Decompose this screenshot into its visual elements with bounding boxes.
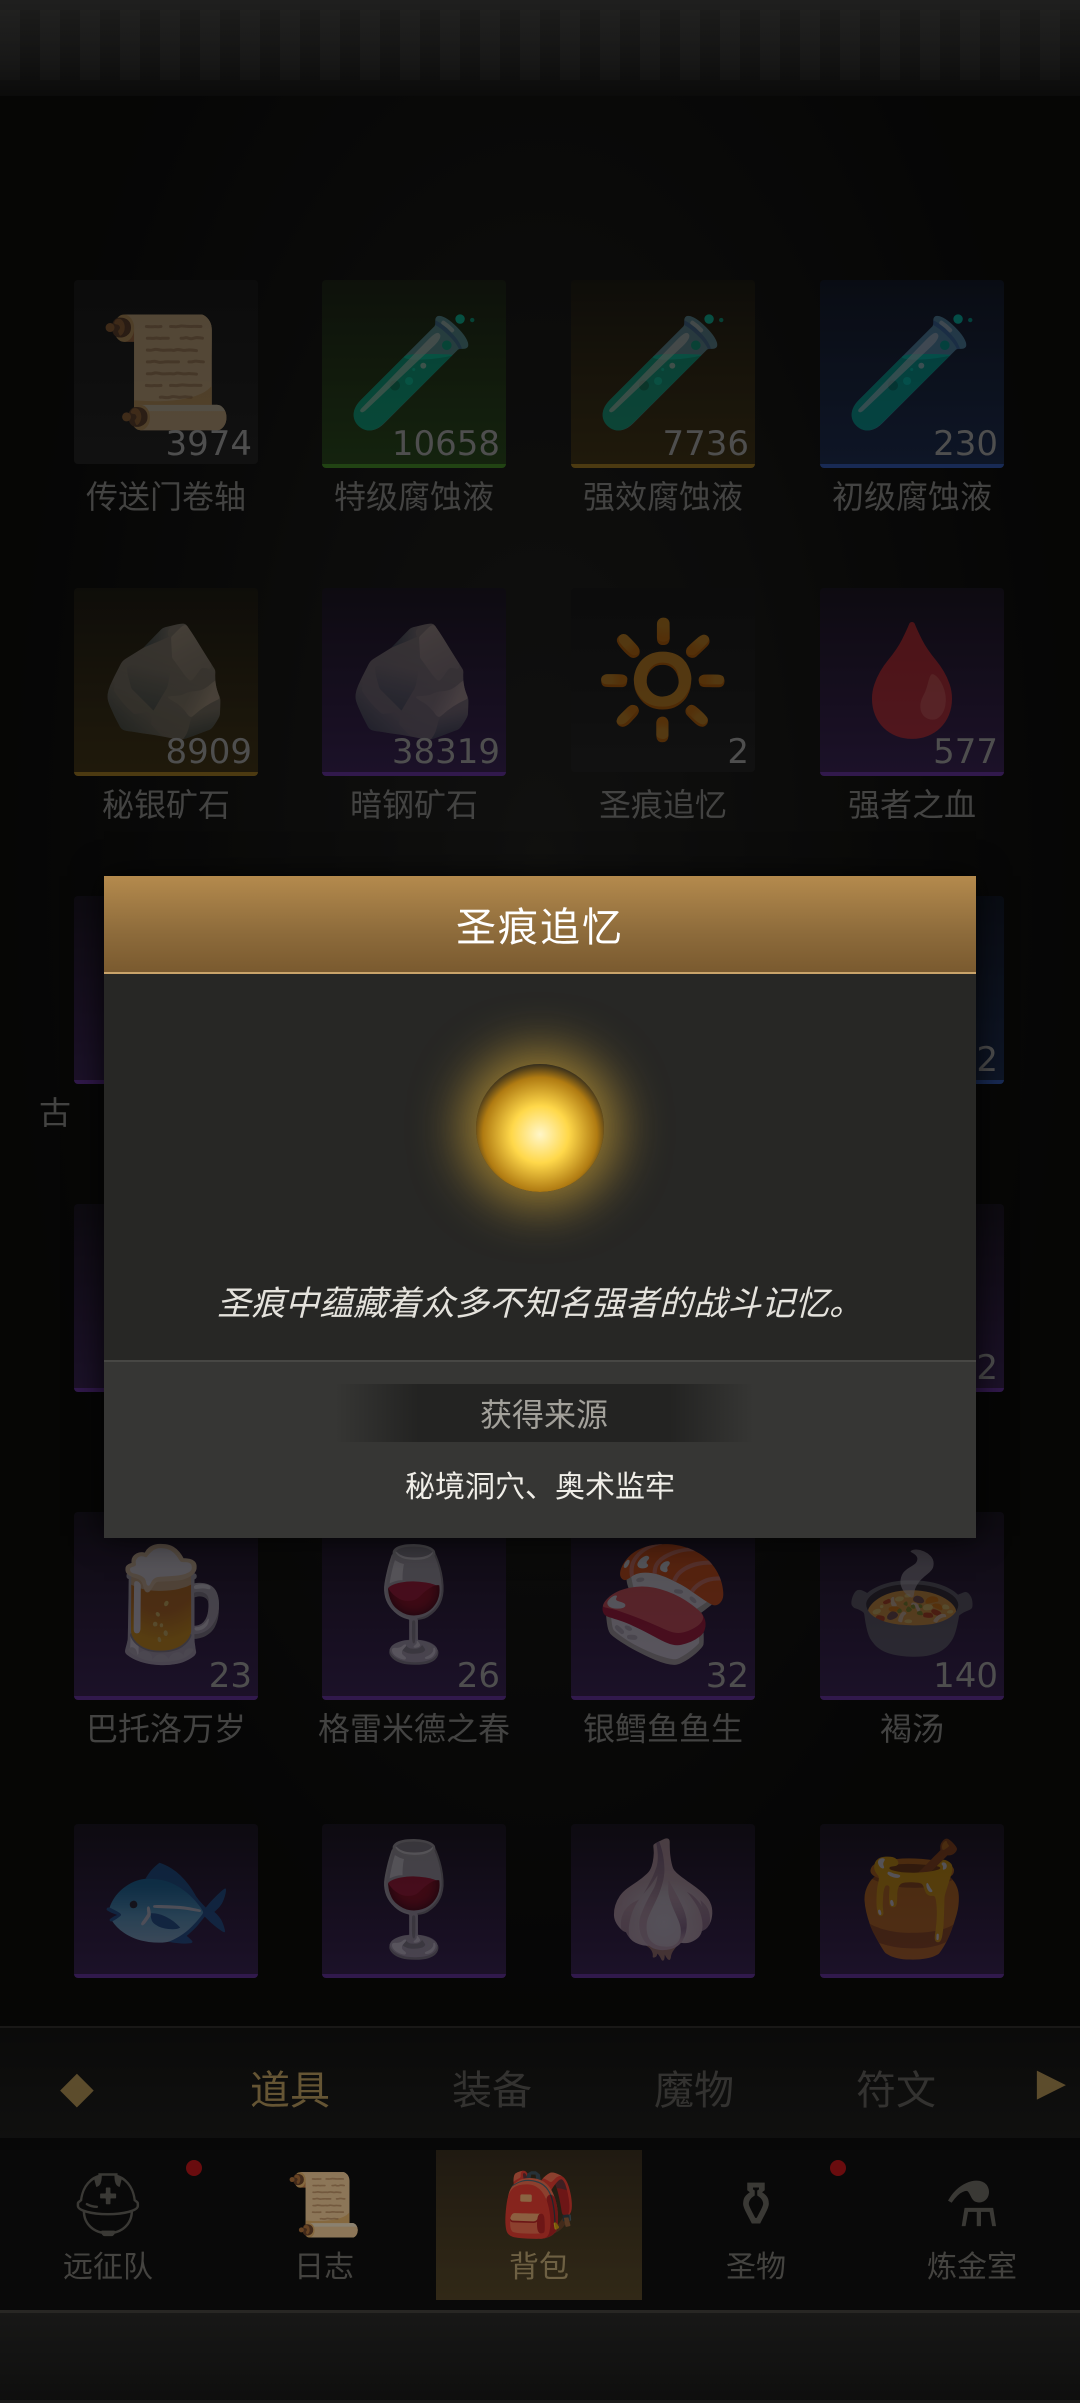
modal-title: 圣痕追忆 (104, 876, 976, 974)
item-description: 圣痕中蕴藏着众多不知名强者的战斗记忆。 (217, 1284, 863, 1324)
modal-body (104, 974, 976, 1236)
source-label: 获得来源 (334, 1384, 754, 1442)
source-section: 获得来源 秘境洞穴、奥术监牢 (104, 1360, 976, 1538)
source-value: 秘境洞穴、奥术监牢 (405, 1470, 675, 1505)
orb-icon (476, 1064, 604, 1192)
